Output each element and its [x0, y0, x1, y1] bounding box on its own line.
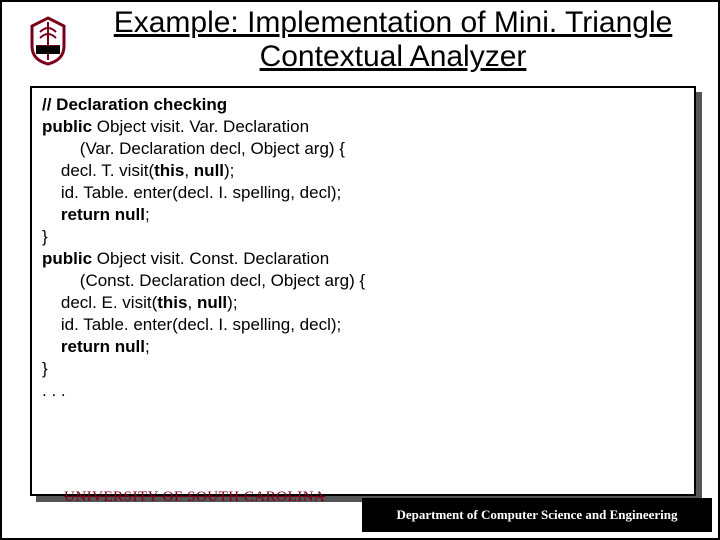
- code-text: ,: [184, 161, 193, 180]
- code-text: return null: [61, 205, 145, 224]
- slide-title: Example: Implementation of Mini. Triangl…: [80, 6, 706, 74]
- code-text: (Const. Declaration decl, Object arg) {: [42, 271, 365, 290]
- code-text: id. Table. enter(decl. I. spelling, decl…: [42, 315, 341, 334]
- code-text: return null: [61, 337, 145, 356]
- code-text: Object visit. Var. Declaration: [97, 117, 309, 136]
- code-box: // Declaration checking public Object vi…: [30, 86, 696, 496]
- code-text: );: [224, 161, 234, 180]
- footer-university: UNIVERSITY OF SOUTH CAROLINA: [64, 489, 325, 506]
- footer-department-box: Department of Computer Science and Engin…: [362, 498, 712, 532]
- code-text: // Declaration checking: [42, 95, 227, 114]
- code-text: ,: [187, 293, 196, 312]
- slide-frame: Example: Implementation of Mini. Triangl…: [0, 0, 720, 540]
- code-text: null: [194, 161, 224, 180]
- code-text: [42, 205, 61, 224]
- code-text: . . .: [42, 381, 66, 400]
- code-text: );: [227, 293, 237, 312]
- code-text: ;: [145, 337, 150, 356]
- code-text: Object visit. Const. Declaration: [97, 249, 329, 268]
- footer-department: Department of Computer Science and Engin…: [396, 507, 677, 523]
- code-text: null: [197, 293, 227, 312]
- code-text: public: [42, 249, 97, 268]
- code-text: this: [154, 161, 184, 180]
- code-text: [42, 337, 61, 356]
- code-text: this: [157, 293, 187, 312]
- code-text: decl. T. visit(: [42, 161, 154, 180]
- university-logo: [26, 16, 70, 66]
- code-text: decl. E. visit(: [42, 293, 157, 312]
- code-text: id. Table. enter(decl. I. spelling, decl…: [42, 183, 341, 202]
- code-text: }: [42, 359, 48, 378]
- code-text: public: [42, 117, 97, 136]
- code-text: (Var. Declaration decl, Object arg) {: [42, 139, 345, 158]
- code-text: ;: [145, 205, 150, 224]
- code-text: }: [42, 227, 48, 246]
